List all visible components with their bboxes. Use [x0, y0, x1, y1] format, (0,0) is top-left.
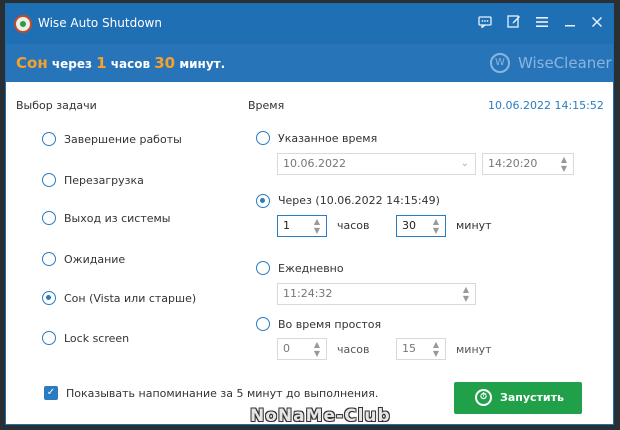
status-hours-value: 1: [96, 54, 107, 72]
daily-time-value: 11:24:32: [283, 287, 333, 300]
wisecleaner-text: WiseCleaner: [518, 54, 612, 72]
radio-daily-label[interactable]: Ежедневно: [278, 262, 344, 275]
status-action: Сон: [16, 54, 48, 72]
radio-lock-screen[interactable]: [42, 331, 56, 345]
minimize-icon[interactable]: [559, 13, 581, 35]
idle-hours-unit: часов: [337, 343, 370, 356]
status-summary: Сон через 1 часов 30 минут.: [16, 54, 225, 72]
specified-date-field[interactable]: 10.06.2022 ⌄: [277, 153, 476, 175]
titlebar: Wise Auto Shutdown: [6, 4, 613, 44]
spinner-arrows-icon[interactable]: ▲ ▼: [558, 155, 570, 173]
radio-idle-label[interactable]: Во время простоя: [278, 318, 381, 331]
radio-idle[interactable]: [256, 317, 270, 331]
radio-sleep-label[interactable]: Сон (Vista или старше): [64, 292, 196, 305]
radio-restart-label[interactable]: Перезагрузка: [64, 174, 144, 187]
idle-hours-value: 0: [283, 342, 290, 355]
after-minutes-input[interactable]: 30 ▲ ▼: [396, 215, 446, 237]
close-icon[interactable]: [586, 13, 608, 35]
start-button[interactable]: ⏱ Запустить: [454, 382, 582, 414]
after-minutes-unit: минут: [456, 219, 492, 232]
status-hours-unit: часов: [110, 57, 151, 71]
current-datetime: 10.06.2022 14:15:52: [488, 99, 604, 112]
specified-date-value: 10.06.2022: [283, 157, 346, 170]
radio-after[interactable]: [256, 194, 270, 208]
spinner-arrows-icon[interactable]: ▲ ▼: [311, 217, 323, 235]
idle-hours-input[interactable]: 0 ▲ ▼: [277, 338, 327, 360]
start-button-label: Запустить: [500, 391, 564, 404]
spinner-arrows-icon[interactable]: ▲ ▼: [311, 340, 323, 358]
idle-minutes-input[interactable]: 15 ▲ ▼: [396, 338, 446, 360]
edit-icon[interactable]: [503, 13, 525, 35]
radio-logoff[interactable]: [42, 211, 56, 225]
radio-standby[interactable]: [42, 252, 56, 266]
spinner-arrows-icon[interactable]: ▲ ▼: [430, 217, 442, 235]
wisecleaner-logo-icon: W: [490, 53, 510, 73]
radio-standby-label[interactable]: Ожидание: [64, 253, 125, 266]
chevron-down-icon[interactable]: ⌄: [461, 154, 469, 174]
radio-specified-time[interactable]: [256, 131, 270, 145]
app-logo-icon: [14, 15, 32, 33]
specified-time-field[interactable]: 14:20:20 ▲ ▼: [482, 153, 574, 175]
radio-logoff-label[interactable]: Выход из системы: [64, 212, 170, 225]
feedback-icon[interactable]: [474, 13, 496, 35]
radio-lock-screen-label[interactable]: Lock screen: [64, 332, 129, 345]
status-via: через: [51, 57, 92, 71]
window-title: Wise Auto Shutdown: [38, 16, 162, 30]
after-hours-value: 1: [283, 219, 290, 232]
menu-icon[interactable]: [531, 13, 553, 35]
app-window: Wise Auto Shutdown Сон через 1 часов 30 …: [6, 4, 613, 424]
radio-restart[interactable]: [42, 173, 56, 187]
status-banner: Сон через 1 часов 30 минут. W WiseCleane…: [6, 44, 613, 82]
task-heading: Выбор задачи: [16, 99, 97, 112]
status-minutes-unit: минут.: [179, 57, 226, 71]
radio-shutdown-label[interactable]: Завершение работы: [64, 133, 182, 146]
after-hours-unit: часов: [337, 219, 370, 232]
reminder-label[interactable]: Показывать напоминание за 5 минут до вып…: [66, 387, 378, 400]
watermark: NoNaMe-Club: [250, 406, 391, 424]
specified-time-value: 14:20:20: [488, 157, 538, 170]
after-hours-input[interactable]: 1 ▲ ▼: [277, 215, 327, 237]
radio-shutdown[interactable]: [42, 132, 56, 146]
radio-daily[interactable]: [256, 261, 270, 275]
spinner-arrows-icon[interactable]: ▲ ▼: [460, 285, 472, 303]
radio-specified-time-label[interactable]: Указанное время: [278, 132, 377, 145]
spinner-arrows-icon[interactable]: ▲ ▼: [430, 340, 442, 358]
idle-minutes-value: 15: [402, 342, 416, 355]
status-minutes-value: 30: [154, 54, 176, 72]
alarm-clock-icon: ⏱: [475, 389, 492, 406]
after-minutes-value: 30: [402, 219, 416, 232]
time-heading: Время: [248, 99, 285, 112]
daily-time-field[interactable]: 11:24:32 ▲ ▼: [277, 283, 476, 305]
reminder-checkbox[interactable]: ✓: [44, 386, 58, 400]
radio-sleep[interactable]: [42, 291, 56, 305]
idle-minutes-unit: минут: [456, 343, 492, 356]
radio-after-label[interactable]: Через (10.06.2022 14:15:49): [278, 194, 440, 207]
